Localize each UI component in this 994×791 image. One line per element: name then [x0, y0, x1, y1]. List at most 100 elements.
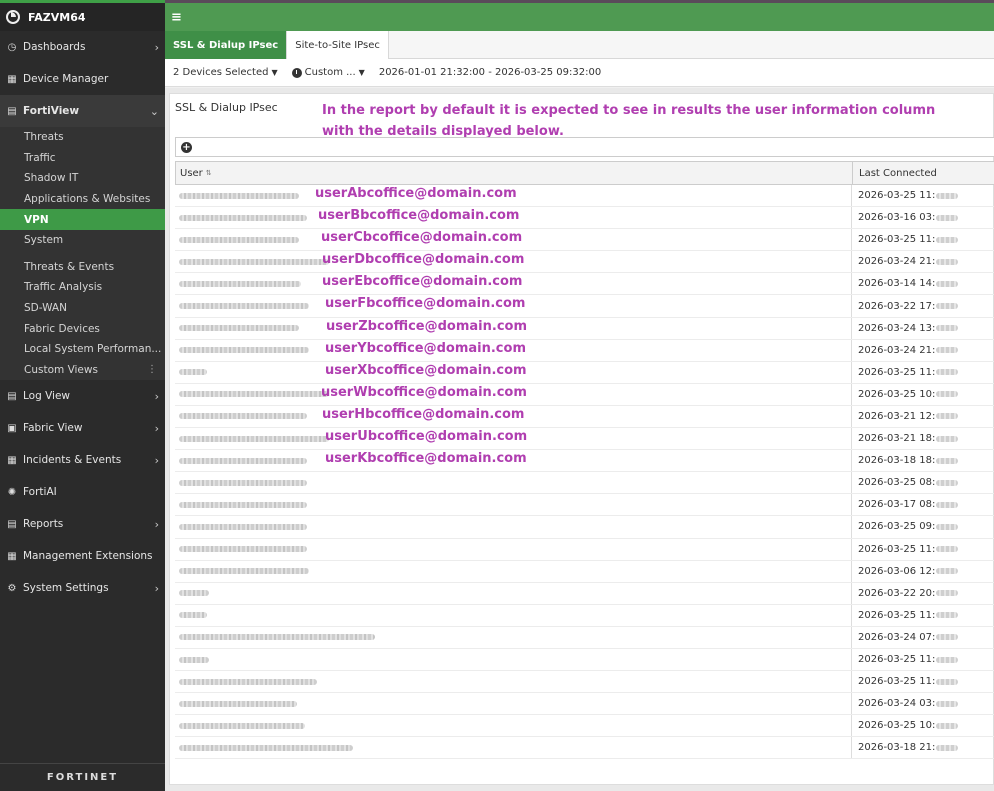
last-connected-value: 2026-03-24 21: [858, 256, 936, 268]
fabric-view-icon: ▣ [7, 422, 17, 434]
sidebar-sub-threats-events[interactable]: Threats & Events [0, 256, 165, 278]
sidebar-sub-vpn[interactable]: VPN [0, 209, 165, 230]
redacted-time [936, 192, 959, 199]
sidebar-item-fortiview[interactable]: ▤ FortiView ⌄ [0, 95, 165, 127]
table-row[interactable]: userYbcoffice@domain.com 2026-03-24 21: [175, 339, 994, 362]
sidebar-item-device-manager[interactable]: ▦ Device Manager [0, 63, 165, 95]
sidebar-sub-threats[interactable]: Threats [0, 127, 165, 148]
sidebar-item-label: Management Extensions [23, 550, 153, 563]
table-row[interactable]: 2026-03-22 20: [175, 582, 994, 605]
sidebar-item-fortiai[interactable]: ✺ FortiAI [0, 476, 165, 508]
user-email-annotation: userXbcoffice@domain.com [325, 362, 527, 378]
redacted-time [936, 656, 959, 663]
redacted-username [179, 501, 307, 508]
column-header-user[interactable]: User ⇅ [176, 162, 853, 184]
table-row[interactable]: 2026-03-24 07: [175, 626, 994, 649]
cell-last-connected: 2026-03-21 18: [852, 428, 994, 449]
sidebar-sub-applications-websites[interactable]: Applications & Websites [0, 188, 165, 210]
sidebar-sub-fabric-devices[interactable]: Fabric Devices [0, 318, 165, 339]
table-row[interactable]: 2026-03-25 11: [175, 604, 994, 627]
table-row[interactable]: userEbcoffice@domain.com 2026-03-14 14: [175, 273, 994, 296]
table-row[interactable]: 2026-03-06 12: [175, 560, 994, 583]
sidebar-item-label: Fabric View [23, 422, 83, 435]
table-row[interactable]: userWbcoffice@domain.com 2026-03-25 10: [175, 383, 994, 406]
tab-site-to-site-ipsec[interactable]: Site-to-Site IPsec [287, 31, 389, 59]
more-options-icon[interactable]: ⋮ [147, 364, 157, 375]
sidebar-sub-traffic-analysis[interactable]: Traffic Analysis [0, 277, 165, 298]
redacted-username [179, 612, 207, 619]
sidebar-sub-system[interactable]: System [0, 229, 165, 251]
sidebar-nav: ◷ Dashboards › ▦ Device Manager ▤ FortiView ⌄ Th… [0, 31, 165, 604]
cell-last-connected: 2026-03-24 21: [852, 251, 994, 272]
chevron-right-icon: › [154, 517, 159, 531]
cell-last-connected: 2026-03-25 09: [852, 516, 994, 537]
redacted-time [936, 435, 959, 442]
sidebar-sub-local-system-performan[interactable]: Local System Performan... [0, 338, 165, 360]
table-row[interactable]: 2026-03-25 10: [175, 715, 994, 738]
sidebar-sub-label: VPN [24, 213, 49, 226]
table-row[interactable]: 2026-03-25 08: [175, 472, 994, 495]
last-connected-value: 2026-03-24 13: [858, 322, 936, 334]
table-row[interactable]: 2026-03-25 09: [175, 516, 994, 539]
last-connected-value: 2026-03-18 21: [858, 742, 936, 754]
sidebar-sub-sd-wan[interactable]: SD-WAN [0, 297, 165, 319]
table-row[interactable]: userFbcoffice@domain.com 2026-03-22 17: [175, 295, 994, 318]
table-row[interactable]: userCbcoffice@domain.com 2026-03-25 11: [175, 229, 994, 252]
sidebar-item-incidents-events[interactable]: ▦ Incidents & Events › [0, 444, 165, 476]
sidebar-sub-custom-views[interactable]: Custom Views ⋮ [0, 359, 165, 381]
sidebar-item-management-extensions[interactable]: ▦ Management Extensions [0, 540, 165, 572]
sidebar-item-label: Incidents & Events [23, 454, 122, 467]
table-row[interactable]: userZbcoffice@domain.com 2026-03-24 13: [175, 317, 994, 340]
redacted-time [936, 700, 959, 707]
hamburger-menu-icon[interactable]: ≡ [171, 10, 182, 25]
sidebar-item-fabric-view[interactable]: ▣ Fabric View › [0, 412, 165, 444]
last-connected-value: 2026-03-14 14: [858, 278, 936, 290]
chevron-down-icon: ▼ [358, 68, 365, 77]
cell-user [175, 560, 852, 582]
settings-gear-icon: ⚙ [7, 582, 17, 594]
device-selector[interactable]: 2 Devices Selected ▼ [173, 67, 278, 78]
redacted-username [179, 479, 307, 486]
table-row[interactable]: 2026-03-25 11: [175, 671, 994, 694]
add-icon[interactable]: + [181, 141, 192, 153]
filter-bar: 2 Devices Selected ▼ Custom ... ▼ 2026-0… [165, 59, 994, 87]
sidebar-sub-label: Local System Performan... [24, 343, 162, 356]
redacted-username [179, 744, 353, 751]
tab-ssl-dialup-ipsec[interactable]: SSL & Dialup IPsec [165, 31, 288, 59]
cell-last-connected: 2026-03-06 12: [852, 561, 994, 582]
sidebar-item-system-settings[interactable]: ⚙ System Settings › [0, 572, 165, 604]
annotation-note: In the report by default it is expected … [322, 100, 942, 142]
table-row[interactable]: 2026-03-25 11: [175, 648, 994, 672]
time-selector[interactable]: Custom ... ▼ [291, 67, 365, 78]
table-row[interactable]: 2026-03-24 03: [175, 693, 994, 716]
table-row[interactable]: userDbcoffice@domain.com 2026-03-24 21: [175, 251, 994, 274]
cell-user: userDbcoffice@domain.com [175, 251, 852, 273]
redacted-username [179, 325, 299, 332]
table-row[interactable]: 2026-03-18 21: [175, 737, 994, 760]
sidebar-item-reports[interactable]: ▤ Reports › [0, 508, 165, 540]
table-row[interactable]: 2026-03-17 08: [175, 494, 994, 517]
redacted-time [936, 325, 959, 332]
brand-text: FORTINET [46, 772, 119, 783]
table-row[interactable]: userHbcoffice@domain.com 2026-03-21 12: [175, 405, 994, 429]
last-connected-value: 2026-03-25 08: [858, 477, 936, 489]
table-row[interactable]: 2026-03-25 11: [175, 538, 994, 561]
cell-last-connected: 2026-03-25 10: [852, 715, 994, 736]
sidebar-item-dashboards[interactable]: ◷ Dashboards › [0, 31, 165, 63]
cell-user: userBbcoffice@domain.com [175, 207, 852, 229]
table-row[interactable]: userBbcoffice@domain.com 2026-03-16 03: [175, 207, 994, 230]
table-row[interactable]: userKbcoffice@domain.com 2026-03-18 18: [175, 450, 994, 473]
sidebar-sub-traffic[interactable]: Traffic [0, 147, 165, 169]
table-row[interactable]: userUbcoffice@domain.com 2026-03-21 18: [175, 428, 994, 451]
table-row[interactable]: userXbcoffice@domain.com 2026-03-25 11: [175, 361, 994, 384]
device-header[interactable]: FAZVM64 [0, 0, 165, 31]
redacted-time [936, 568, 959, 575]
sidebar-item-log-view[interactable]: ▤ Log View › [0, 380, 165, 412]
table-row[interactable]: userAbcoffice@domain.com 2026-03-25 11: [175, 185, 994, 208]
redacted-username [179, 523, 307, 530]
sidebar-sub-shadow-it[interactable]: Shadow IT [0, 168, 165, 189]
cell-user [175, 715, 852, 737]
column-header-last-connected[interactable]: Last Connected [853, 162, 994, 184]
sort-icon[interactable]: ⇅ [206, 169, 212, 177]
cell-user: userHbcoffice@domain.com [175, 405, 852, 428]
